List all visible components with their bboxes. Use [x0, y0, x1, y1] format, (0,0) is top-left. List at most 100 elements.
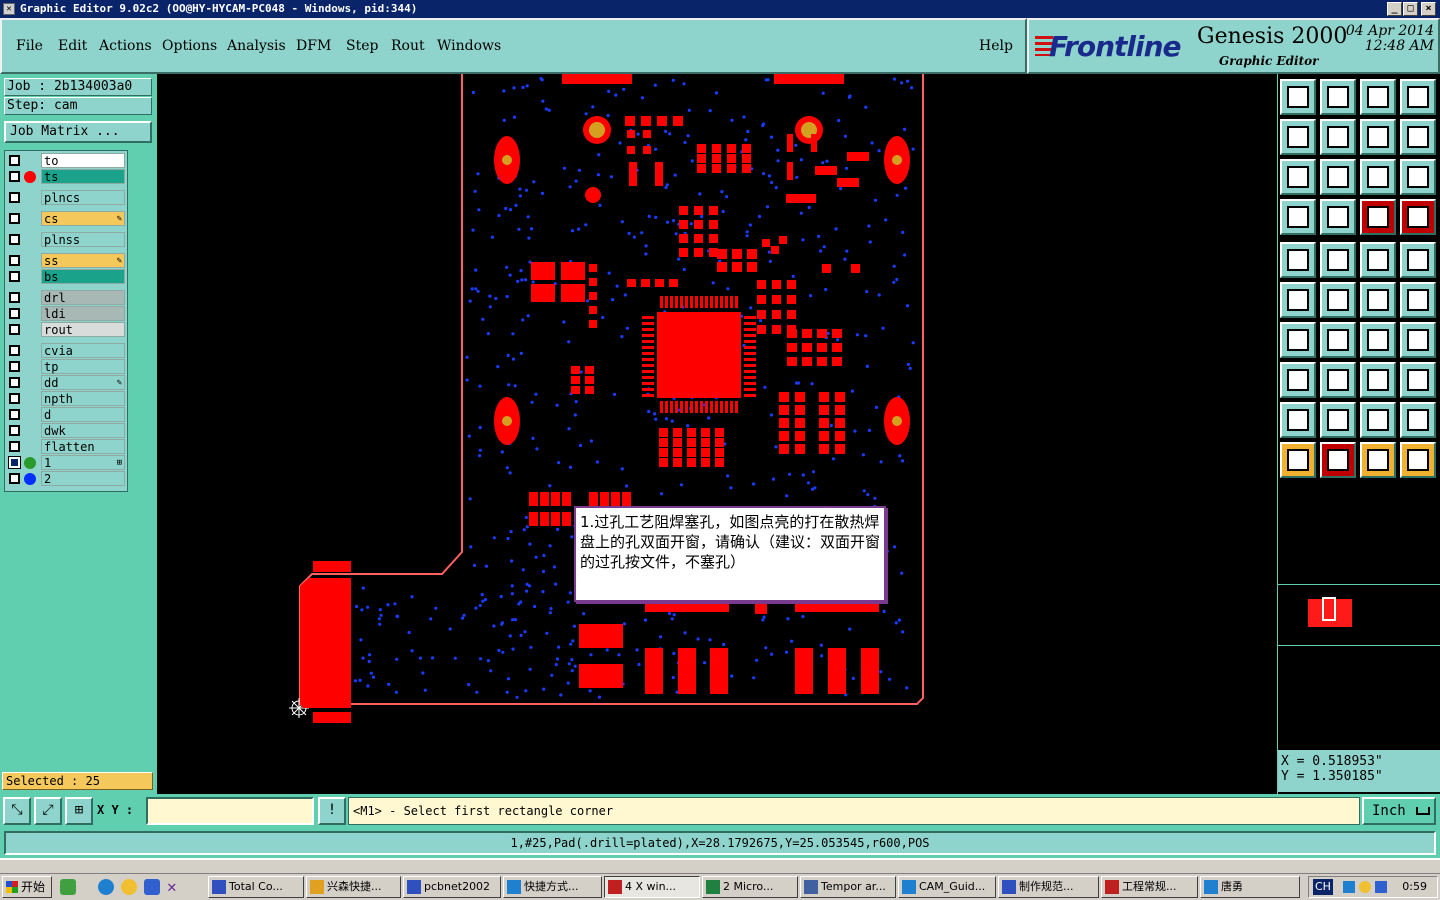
layer-name[interactable]: plnss: [41, 232, 125, 247]
menu-options[interactable]: Options: [162, 38, 217, 54]
graphic-canvas[interactable]: 1.过孔工艺阻焊塞孔，如图点亮的打在散热焊盘上的孔双面开窗，请确认（建议：双面开…: [157, 74, 1277, 794]
layer-name[interactable]: 2: [41, 471, 125, 486]
taskbar-button[interactable]: 制作规范...: [998, 876, 1099, 898]
layer-name[interactable]: dwk: [41, 423, 125, 438]
layer-name[interactable]: to: [41, 153, 125, 168]
home-icon[interactable]: [1360, 79, 1396, 115]
menu-dfm[interactable]: DFM: [296, 38, 331, 54]
clip-icon[interactable]: [1280, 119, 1316, 155]
menu-rout[interactable]: Rout: [391, 38, 425, 54]
layer-checkbox[interactable]: [9, 171, 20, 182]
layer-name[interactable]: dd ✎: [41, 375, 125, 390]
triangle-c-icon[interactable]: [1400, 402, 1436, 438]
units-select[interactable]: Inch: [1362, 797, 1436, 825]
layout-icon[interactable]: [1400, 79, 1436, 115]
triangle-icon[interactable]: [1280, 402, 1316, 438]
grid-view-icon[interactable]: [1320, 199, 1356, 235]
open-step-icon[interactable]: [1280, 79, 1316, 115]
close-button[interactable]: ×: [1421, 2, 1436, 16]
layer-name[interactable]: cvia: [41, 343, 125, 358]
layer-row-plnss[interactable]: plnss: [7, 232, 127, 247]
layer-name[interactable]: 1 ⊞: [41, 455, 125, 470]
pad-edit-icon[interactable]: [1400, 282, 1436, 318]
menu-windows[interactable]: Windows: [437, 38, 501, 54]
layer-checkbox[interactable]: [9, 473, 20, 484]
circle-pad-icon[interactable]: [1400, 242, 1436, 278]
net-red-alt-icon[interactable]: [1400, 199, 1436, 235]
layer-row-cvia[interactable]: cvia: [7, 343, 127, 358]
export-icon[interactable]: [1320, 119, 1356, 155]
menu-file[interactable]: File: [16, 38, 43, 54]
ruler-icon[interactable]: [1280, 199, 1316, 235]
flip-icon[interactable]: [1400, 322, 1436, 358]
zoom-fit-icon[interactable]: [1280, 159, 1316, 195]
overview-viewport[interactable]: [1322, 597, 1336, 621]
measure-icon[interactable]: [1360, 242, 1396, 278]
layer-name[interactable]: ss ✎: [41, 253, 125, 268]
xy-input[interactable]: [146, 797, 314, 825]
layer-checkbox[interactable]: [9, 192, 20, 203]
step-repeat-icon[interactable]: [1360, 119, 1396, 155]
zoom-window-icon[interactable]: ⤡: [3, 797, 31, 825]
taskbar-button[interactable]: Total Co...: [208, 876, 304, 898]
cross-icon[interactable]: [1320, 282, 1356, 318]
minimize-button[interactable]: _: [1387, 2, 1402, 16]
connect-icon[interactable]: [1280, 282, 1316, 318]
layer-name[interactable]: d: [41, 407, 125, 422]
line-icon[interactable]: [1320, 322, 1356, 358]
layer-name[interactable]: ldi: [41, 306, 125, 321]
layer-row-flatten[interactable]: flatten: [7, 439, 127, 454]
taskbar-button[interactable]: 快捷方式...: [503, 876, 602, 898]
taskbar-button[interactable]: 4 X win...: [604, 876, 700, 898]
start-button[interactable]: 开始: [2, 876, 52, 898]
layer-checkbox[interactable]: [8, 456, 21, 469]
layer-row-1[interactable]: 1 ⊞: [7, 455, 127, 470]
maximize-button[interactable]: □: [1403, 2, 1418, 16]
layer-name[interactable]: plncs: [41, 190, 125, 205]
layer-checkbox[interactable]: [9, 234, 20, 245]
pan-icon[interactable]: [1320, 159, 1356, 195]
layer-checkbox[interactable]: [9, 425, 20, 436]
edit-shape-icon[interactable]: [1320, 242, 1356, 278]
pointer-alt-icon[interactable]: [1360, 442, 1396, 478]
layer-checkbox[interactable]: [9, 255, 20, 266]
layer-checkbox[interactable]: [9, 393, 20, 404]
taskbar-button[interactable]: CAM_Guid...: [898, 876, 996, 898]
layer-row-ts[interactable]: ts: [7, 169, 127, 184]
layer-checkbox[interactable]: [9, 213, 20, 224]
layer-row-tp[interactable]: tp: [7, 359, 127, 374]
bracket-icon[interactable]: [1360, 362, 1396, 398]
via-icon[interactable]: [1360, 282, 1396, 318]
layer-name[interactable]: tp: [41, 359, 125, 374]
triangle-b-icon[interactable]: [1360, 402, 1396, 438]
layer-row-cs[interactable]: cs ✎: [7, 211, 127, 226]
layer-name[interactable]: drl: [41, 290, 125, 305]
tray-icon[interactable]: [1343, 881, 1355, 893]
menu-help[interactable]: Help: [979, 38, 1013, 54]
clock-app-icon[interactable]: [121, 879, 137, 895]
line-red-icon[interactable]: [1320, 362, 1356, 398]
overview-map[interactable]: [1278, 584, 1440, 646]
grid-icon[interactable]: ⊞: [65, 797, 93, 825]
save-icon[interactable]: [1320, 79, 1356, 115]
browser-icon[interactable]: [144, 879, 160, 895]
blue-pad-icon[interactable]: [1400, 362, 1436, 398]
arc-icon[interactable]: [1360, 322, 1396, 358]
layer-row-2[interactable]: 2: [7, 471, 127, 486]
layer-row-bs[interactable]: bs: [7, 269, 127, 284]
layer-checkbox[interactable]: [9, 441, 20, 452]
add-pad-icon[interactable]: [1280, 242, 1316, 278]
zoom-fit-icon[interactable]: ⤢: [34, 797, 62, 825]
layer-row-npth[interactable]: npth: [7, 391, 127, 406]
tray-icon[interactable]: [1359, 881, 1371, 893]
menu-analysis[interactable]: Analysis: [227, 38, 286, 54]
layer-row-dd[interactable]: dd ✎: [7, 375, 127, 390]
pointer-selected-icon[interactable]: [1320, 442, 1356, 478]
layer-checkbox[interactable]: [9, 271, 20, 282]
layer-checkbox[interactable]: [9, 409, 20, 420]
x-app-icon[interactable]: ✕: [167, 879, 183, 895]
tray-icon[interactable]: [1375, 881, 1387, 893]
layer-name[interactable]: bs: [41, 269, 125, 284]
layer-row-drl[interactable]: drl: [7, 290, 127, 305]
angle-icon[interactable]: [1280, 322, 1316, 358]
